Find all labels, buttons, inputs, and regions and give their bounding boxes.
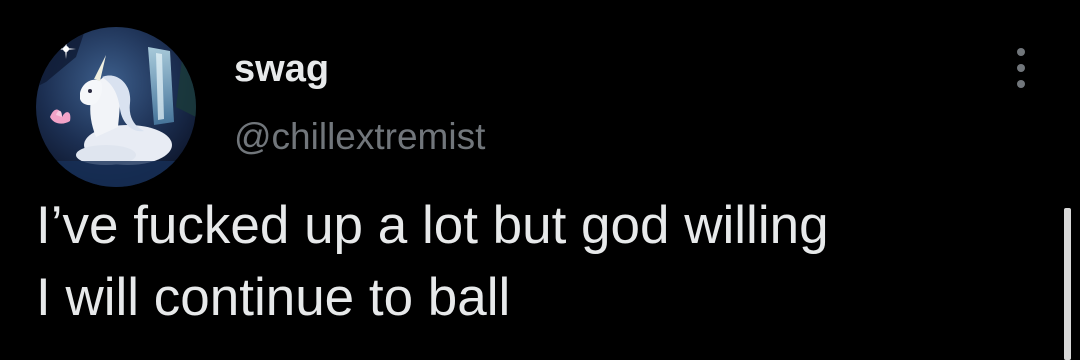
tweet-text-line: I’ve fucked up a lot but god willing <box>36 196 829 255</box>
tweet-text-line: I will continue to ball <box>36 268 511 327</box>
scrollbar[interactable] <box>1064 208 1071 360</box>
user-handle[interactable]: @chillextremist <box>234 112 485 162</box>
more-options-icon <box>1017 48 1025 56</box>
unicorn-avatar-icon <box>36 27 196 187</box>
display-name[interactable]: swag <box>234 44 329 94</box>
avatar[interactable] <box>36 27 196 187</box>
more-options-icon <box>1017 80 1025 88</box>
more-options-button[interactable] <box>1004 44 1038 92</box>
tweet-card[interactable]: swag @chillextremist I’ve fucked up a lo… <box>0 0 1080 360</box>
tweet-text: I’ve fucked up a lot but god willing I w… <box>36 190 1046 334</box>
more-options-icon <box>1017 64 1025 72</box>
